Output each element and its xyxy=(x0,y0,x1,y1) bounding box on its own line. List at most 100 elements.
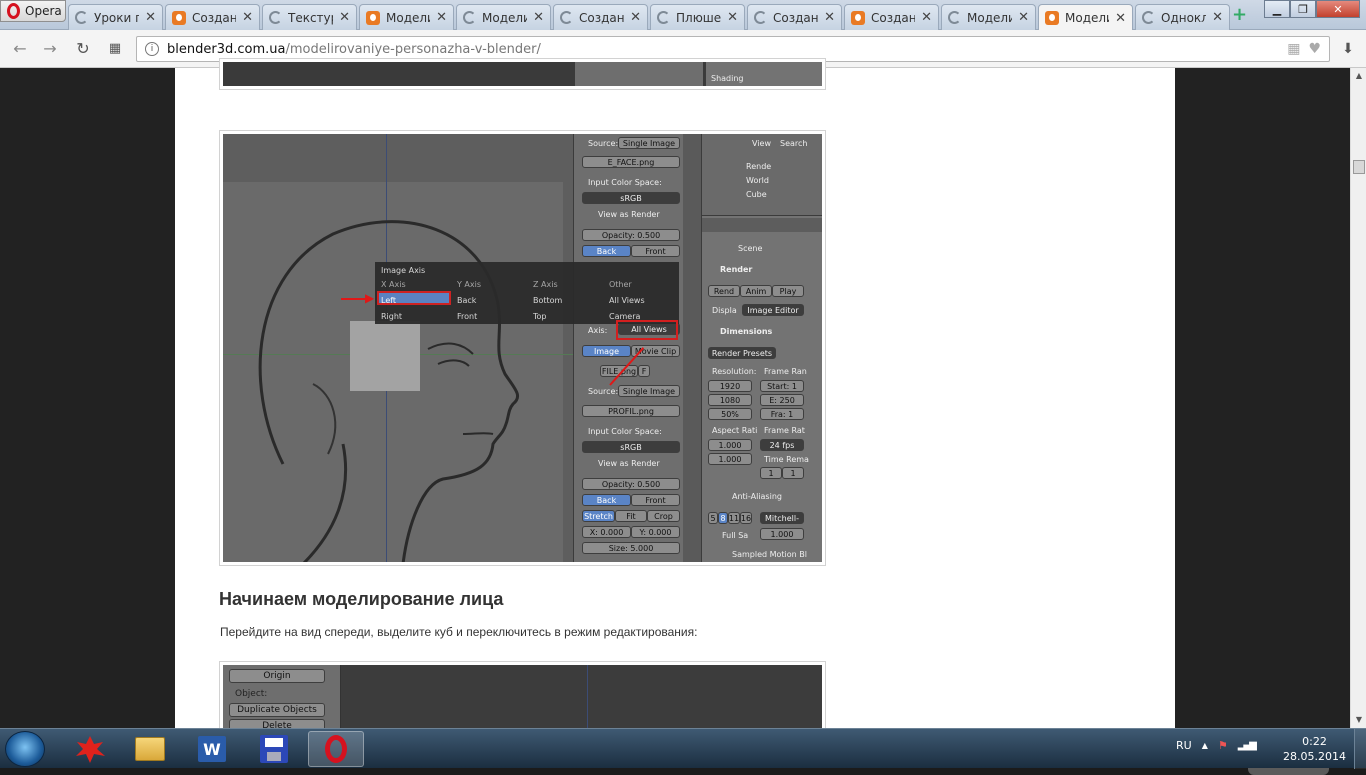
properties-tabs[interactable] xyxy=(702,218,822,232)
clock[interactable]: 0:22 28.05.2014 xyxy=(1283,734,1346,764)
start-button[interactable] xyxy=(5,731,45,767)
stretch-toggle[interactable]: Stretch xyxy=(582,510,615,522)
outliner-search-menu[interactable]: Search xyxy=(780,139,807,148)
menu-item-bottom[interactable]: Bottom xyxy=(533,296,562,305)
page-scrollbar[interactable]: ▲ ▼ xyxy=(1350,68,1366,728)
reload-icon[interactable]: ↻ xyxy=(73,39,93,59)
browser-tab[interactable]: Модели ✕ xyxy=(941,4,1036,30)
view-as-render-checkbox-2[interactable]: View as Render xyxy=(598,459,660,468)
close-tab-icon[interactable]: ✕ xyxy=(533,10,544,25)
close-tab-icon[interactable]: ✕ xyxy=(1115,11,1126,26)
origin-button[interactable]: Origin xyxy=(229,669,325,683)
close-tab-icon[interactable]: ✕ xyxy=(921,10,932,25)
front-toggle-2[interactable]: Front xyxy=(631,494,680,506)
size-field[interactable]: Size: 5.000 xyxy=(582,542,680,554)
scroll-up-icon[interactable]: ▲ xyxy=(1351,68,1366,84)
new-tab-button[interactable]: + xyxy=(1232,6,1254,25)
outliner-item-cube[interactable]: Cube xyxy=(746,190,767,199)
browser-tab[interactable]: Плюше ✕ xyxy=(650,4,745,30)
browser-tab[interactable]: Создани ✕ xyxy=(747,4,842,30)
render-presets-dropdown[interactable]: Render Presets xyxy=(708,347,776,359)
outliner-item-render[interactable]: Rende xyxy=(746,162,771,171)
frame-step-field[interactable]: Fra: 1 xyxy=(760,408,804,420)
scrollbar-thumb[interactable] xyxy=(1353,160,1365,174)
close-tab-icon[interactable]: ✕ xyxy=(1212,10,1223,25)
tray-expand-icon[interactable]: ▲ xyxy=(1202,741,1208,750)
forward-arrow-icon[interactable]: → xyxy=(40,39,60,59)
opacity-slider-2[interactable]: Opacity: 0.500 xyxy=(582,478,680,490)
browser-tab[interactable]: Уроки п ✕ xyxy=(68,4,163,30)
browser-tab[interactable]: Однокл ✕ xyxy=(1135,4,1230,30)
file-explorer-icon[interactable] xyxy=(122,731,178,767)
menu-item-front[interactable]: Front xyxy=(457,312,477,321)
opera-menu-button[interactable]: Opera xyxy=(0,0,66,22)
source-dropdown-2[interactable]: Single Image xyxy=(618,385,680,397)
menu-item-all-views[interactable]: All Views xyxy=(609,296,645,305)
app-splash-icon[interactable] xyxy=(62,731,118,767)
menu-item-left[interactable]: Left xyxy=(381,296,396,305)
back-toggle[interactable]: Back xyxy=(582,245,631,257)
fit-toggle[interactable]: Fit xyxy=(615,510,647,522)
stash-icon[interactable]: ▦ xyxy=(1287,41,1300,57)
crop-toggle[interactable]: Crop xyxy=(647,510,680,522)
download-icon[interactable]: ⬇ xyxy=(1338,39,1358,59)
render-section-header[interactable]: Render xyxy=(720,265,752,274)
image-file-field[interactable]: E_FACE.png xyxy=(582,156,680,168)
save-floppy-icon[interactable] xyxy=(246,731,302,767)
word-icon[interactable]: W xyxy=(184,731,240,767)
opacity-slider[interactable]: Opacity: 0.500 xyxy=(582,229,680,241)
close-tab-icon[interactable]: ✕ xyxy=(824,10,835,25)
browser-tab[interactable]: Модели ✕ xyxy=(456,4,551,30)
anti-aliasing-header[interactable]: Anti-Aliasing xyxy=(732,492,782,501)
frame-start-field[interactable]: Start: 1 xyxy=(760,380,804,392)
time-remap-old-field[interactable]: 1 xyxy=(760,467,782,479)
browser-tab[interactable]: Создани ✕ xyxy=(844,4,939,30)
cube-object[interactable] xyxy=(350,321,420,391)
speed-dial-grid-icon[interactable]: ▦ xyxy=(105,39,125,59)
browser-tab[interactable]: Создани ✕ xyxy=(553,4,648,30)
resolution-x-field[interactable]: 1920 xyxy=(708,380,752,392)
frame-end-field[interactable]: E: 250 xyxy=(760,394,804,406)
anim-button[interactable]: Anim xyxy=(740,285,772,297)
motion-blur-header[interactable]: Sampled Motion Bl xyxy=(732,550,807,559)
close-tab-icon[interactable]: ✕ xyxy=(145,10,156,25)
resolution-percent-field[interactable]: 50% xyxy=(708,408,752,420)
aa-samples-5[interactable]: 5 xyxy=(708,512,718,524)
outliner-item-world[interactable]: World xyxy=(746,176,769,185)
opera-taskbar-icon[interactable] xyxy=(308,731,364,767)
close-tab-icon[interactable]: ✕ xyxy=(242,10,253,25)
view-as-render-checkbox[interactable]: View as Render xyxy=(598,210,660,219)
back-arrow-icon[interactable]: ← xyxy=(10,39,30,59)
aa-samples-8[interactable]: 8 xyxy=(718,512,728,524)
color-space-dropdown[interactable]: sRGB xyxy=(582,192,680,204)
back-toggle-2[interactable]: Back xyxy=(582,494,631,506)
image-toggle[interactable]: Image xyxy=(582,345,631,357)
close-tab-icon[interactable]: ✕ xyxy=(630,10,641,25)
flag-icon[interactable]: ⚑ xyxy=(1218,739,1228,752)
aa-filter-dropdown[interactable]: Mitchell- xyxy=(760,512,804,524)
y-offset-field[interactable]: Y: 0.000 xyxy=(631,526,680,538)
scroll-down-icon[interactable]: ▼ xyxy=(1351,712,1366,728)
render-button[interactable]: Rend xyxy=(708,285,740,297)
menu-item-top[interactable]: Top xyxy=(533,312,547,321)
browser-tab[interactable]: Текстур ✕ xyxy=(262,4,357,30)
maximize-button[interactable]: ❐ xyxy=(1290,0,1316,18)
resolution-y-field[interactable]: 1080 xyxy=(708,394,752,406)
browser-tab[interactable]: Создани ✕ xyxy=(165,4,260,30)
close-tab-icon[interactable]: ✕ xyxy=(727,10,738,25)
aa-samples-16[interactable]: 16 xyxy=(740,512,752,524)
dimensions-section-header[interactable]: Dimensions xyxy=(720,327,772,336)
display-dropdown[interactable]: Image Editor xyxy=(742,304,804,316)
source-dropdown[interactable]: Single Image xyxy=(618,137,680,149)
bookmark-heart-icon[interactable]: ♥ xyxy=(1308,41,1321,57)
full-sample-checkbox[interactable]: Full Sa xyxy=(722,531,748,540)
close-tab-icon[interactable]: ✕ xyxy=(1018,10,1029,25)
network-signal-icon[interactable]: ▂▄▆ xyxy=(1238,740,1257,751)
show-desktop-button[interactable] xyxy=(1354,729,1366,769)
close-window-button[interactable]: ✕ xyxy=(1316,0,1360,18)
site-info-icon[interactable]: i xyxy=(145,42,159,56)
close-tab-icon[interactable]: ✕ xyxy=(436,10,447,25)
color-space-dropdown-2[interactable]: sRGB xyxy=(582,441,680,453)
image-file-field-2[interactable]: PROFIL.png xyxy=(582,405,680,417)
play-button[interactable]: Play xyxy=(772,285,804,297)
